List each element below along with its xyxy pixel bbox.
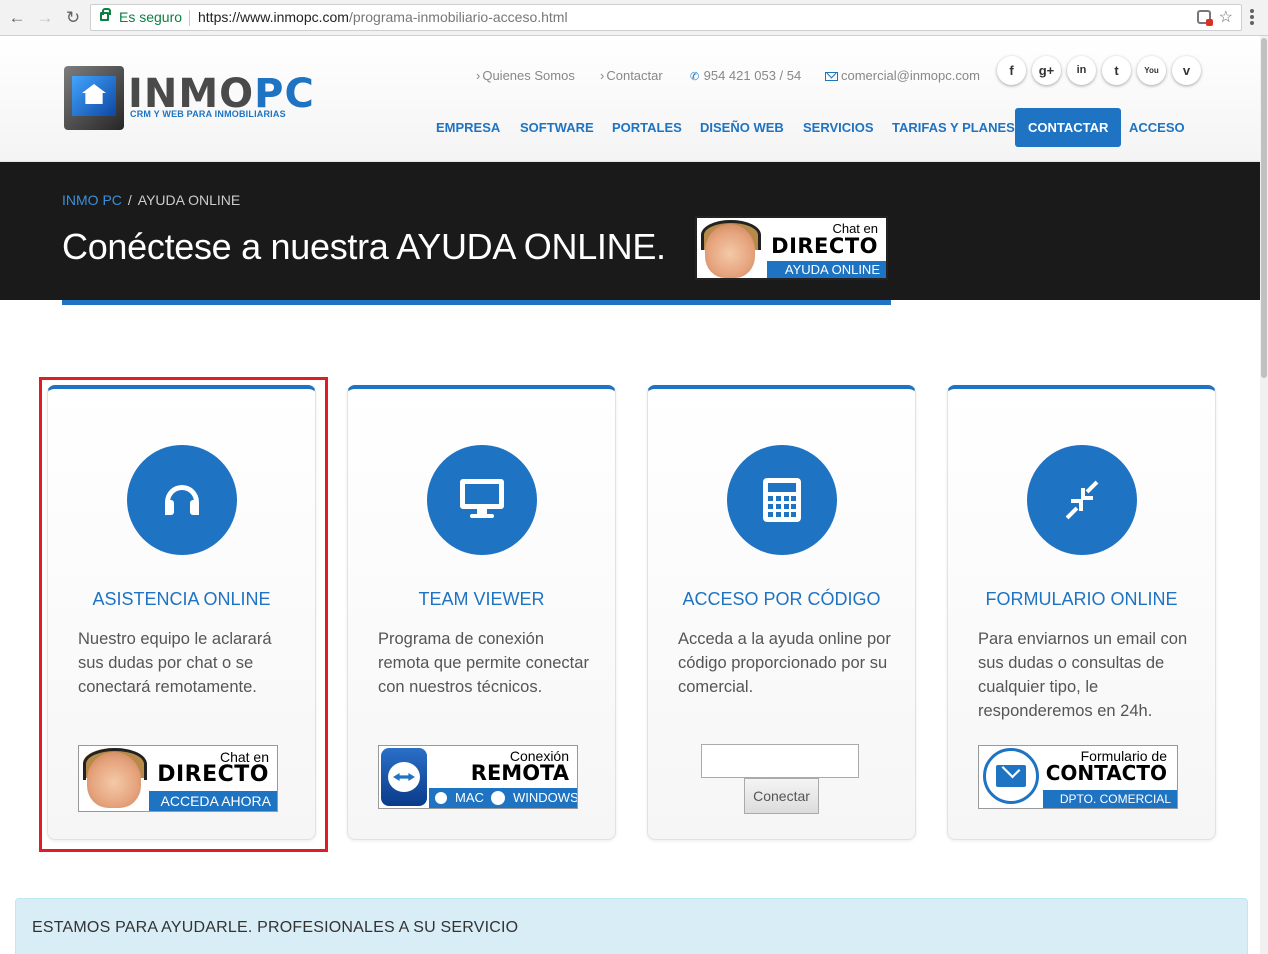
site-header: INMOPC CRM Y WEB PARA INMOBILIARIAS › Qui… [0, 36, 1268, 162]
linkedin-icon[interactable]: in [1067, 56, 1096, 85]
chat-directo-banner-button[interactable]: Chat en DIRECTO AYUDA ONLINE [695, 216, 888, 280]
facebook-icon[interactable]: f [997, 56, 1026, 85]
badge-strip-mac: MAC [455, 790, 484, 805]
bookmark-star-icon[interactable]: ☆ [1219, 5, 1233, 30]
google-plus-icon[interactable]: g+ [1032, 56, 1061, 85]
teamviewer-logo-icon [381, 748, 427, 806]
badge-big-text: DIRECTO [771, 234, 878, 258]
extension-icon[interactable] [1197, 10, 1213, 26]
badge-strip: MAC WINDOWS [429, 788, 577, 808]
breadcrumb-home[interactable]: INMO PC [62, 192, 122, 208]
banner-accent-line [62, 300, 891, 305]
nav-diseno-web[interactable]: DISEÑO WEB [700, 108, 784, 147]
browser-toolbar: ← → ↻ Es seguro https://www.inmopc.com/p… [0, 0, 1268, 36]
monitor-icon [460, 479, 504, 521]
breadcrumb-separator: / [127, 192, 132, 208]
badge-strip: AYUDA ONLINE [767, 261, 886, 278]
address-divider [189, 10, 190, 26]
badge-strip-windows: WINDOWS [513, 790, 578, 805]
card-description: Acceda a la ayuda online por código prop… [678, 630, 891, 696]
logo-tagline: CRM Y WEB PARA INMOBILIARIAS [130, 109, 286, 119]
scrollbar-thumb[interactable] [1261, 38, 1267, 378]
breadcrumb: INMO PC / AYUDA ONLINE [62, 192, 240, 208]
info-bar-text: ESTAMOS PARA AYUDARLE. PROFESIONALES A S… [32, 919, 519, 936]
youtube-icon[interactable]: You [1137, 56, 1166, 85]
card-formulario-online: FORMULARIO ONLINE Para enviarnos un emai… [947, 385, 1216, 840]
reload-icon[interactable]: ↻ [62, 7, 84, 29]
nav-empresa[interactable]: EMPRESA [436, 108, 500, 147]
page-scrollbar[interactable] [1260, 36, 1268, 954]
nav-acceso[interactable]: ACCESO [1129, 108, 1185, 147]
selection-highlight [39, 377, 328, 852]
link-quienes-label: Quienes Somos [482, 68, 575, 83]
phone-icon: ✆ [690, 71, 700, 83]
url-host: https://www.inmopc.com [198, 9, 349, 25]
calculator-icon [763, 478, 801, 522]
url-path: /programa-inmobiliario-acceso.html [348, 9, 568, 25]
forward-arrow-icon[interactable]: → [34, 7, 56, 29]
browser-menu-icon[interactable] [1250, 9, 1254, 27]
card-icon-circle [427, 445, 537, 555]
formulario-contacto-button[interactable]: Formulario de CONTACTO DPTO. COMERCIAL [978, 745, 1178, 809]
address-bar[interactable]: Es seguro https://www.inmopc.com/program… [90, 4, 1242, 31]
card-description: Programa de conexión remota que permite … [378, 630, 589, 696]
card-icon-circle [727, 445, 837, 555]
link-contactar-label: Contactar [606, 68, 663, 83]
card-icon-circle [1027, 445, 1137, 555]
back-arrow-icon[interactable]: ← [6, 7, 28, 29]
chevron-right-icon: › [476, 68, 481, 83]
logo-wordmark[interactable]: INMOPC [128, 74, 315, 114]
vimeo-icon[interactable]: v [1172, 56, 1201, 85]
page-banner: INMO PC / AYUDA ONLINE Conéctese a nuestra… [0, 162, 1268, 300]
info-bar: ESTAMOS PARA AYUDARLE. PROFESIONALES A S… [15, 898, 1248, 954]
nav-portales[interactable]: PORTALES [612, 108, 682, 147]
nav-software[interactable]: SOFTWARE [520, 108, 594, 147]
nav-contactar[interactable]: CONTACTAR [1015, 108, 1122, 147]
card-team-viewer: TEAM VIEWER Programa de conexión remota … [347, 385, 616, 840]
lock-icon [100, 8, 111, 21]
apple-icon [435, 792, 447, 804]
phone-link[interactable]: ✆ 954 421 053 / 54 [690, 68, 801, 83]
headset-icon [701, 220, 761, 250]
badge-big-text: REMOTA [470, 761, 569, 785]
card-title[interactable]: TEAM VIEWER [348, 589, 615, 610]
card-description: Para enviarnos un email con sus dudas o … [978, 630, 1188, 720]
badge-strip: DPTO. COMERCIAL [1043, 790, 1177, 808]
nav-tarifas-y-planes[interactable]: TARIFAS Y PLANES [892, 108, 1015, 147]
windows-icon [491, 791, 505, 805]
card-title[interactable]: ACCESO POR CÓDIGO [648, 589, 915, 610]
link-contactar[interactable]: › Contactar [600, 68, 663, 83]
phone-number: 954 421 053 / 54 [703, 68, 802, 83]
chevron-right-icon: › [600, 68, 605, 83]
conexion-remota-button[interactable]: Conexión REMOTA MAC WINDOWS [378, 745, 578, 809]
badge-big-text: CONTACTO [1045, 761, 1167, 785]
card-title[interactable]: FORMULARIO ONLINE [948, 589, 1215, 610]
email-address: comercial@inmopc.com [841, 68, 980, 83]
nav-servicios[interactable]: SERVICIOS [803, 108, 874, 147]
envelope-circle-icon [983, 748, 1039, 804]
access-code-input[interactable] [701, 744, 859, 778]
url-text[interactable]: https://www.inmopc.com/programa-inmobili… [198, 5, 568, 30]
email-link[interactable]: comercial@inmopc.com [825, 68, 980, 83]
breadcrumb-current: AYUDA ONLINE [137, 192, 241, 208]
logo-icon[interactable] [62, 62, 128, 136]
link-quienes-somos[interactable]: › Quienes Somos [476, 68, 575, 83]
card-acceso-por-codigo: ACCESO POR CÓDIGO Acceda a la ayuda onli… [647, 385, 916, 840]
mail-icon [825, 72, 838, 81]
secure-label: Es seguro [119, 9, 183, 25]
twitter-icon[interactable]: t [1102, 56, 1131, 85]
page-title: Conéctese a nuestra AYUDA ONLINE. [62, 226, 666, 267]
compress-arrows-icon [1064, 480, 1100, 520]
conectar-button[interactable]: Conectar [744, 778, 819, 814]
